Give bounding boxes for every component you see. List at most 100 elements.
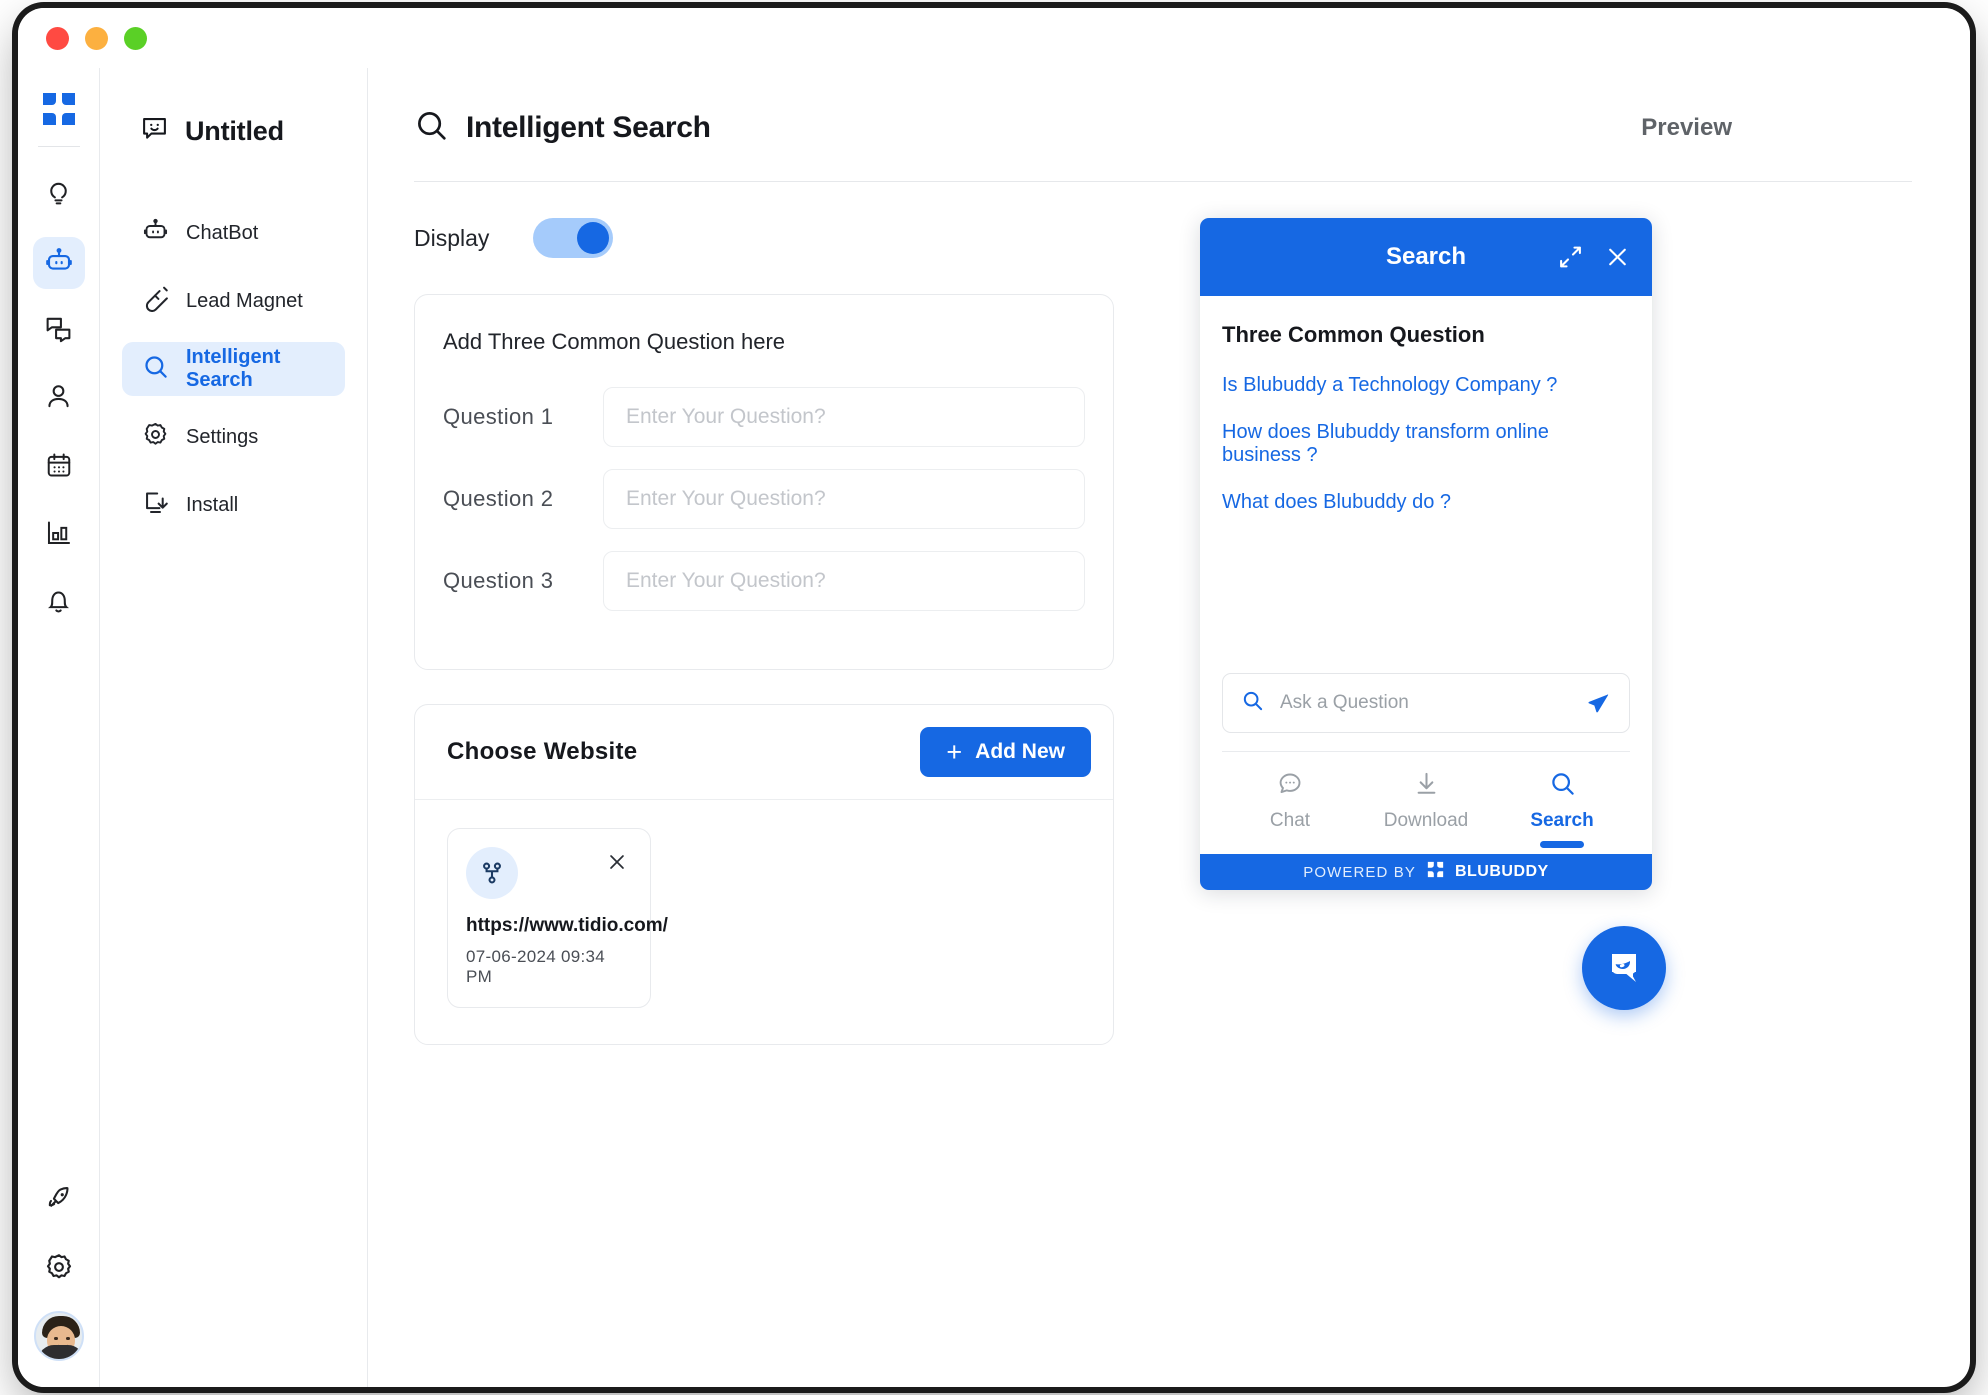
subnav-item-label: Install bbox=[186, 493, 239, 516]
smiley-chat-icon bbox=[140, 114, 169, 148]
app-body: Untitled ChatBot Lead Magnet Intelligent… bbox=[18, 68, 1970, 1387]
widget-search-wrap: Ask a Question bbox=[1200, 673, 1652, 733]
chat-dots-icon bbox=[1277, 770, 1304, 802]
subnav-item-label: Lead Magnet bbox=[186, 289, 303, 312]
sidebar-item-calendar[interactable] bbox=[33, 441, 85, 493]
blubuddy-logo-icon bbox=[1427, 861, 1444, 883]
question-row-3: Question 3 Enter Your Question? bbox=[415, 551, 1085, 611]
sidebar-item-insights[interactable] bbox=[33, 169, 85, 221]
subnav-item-label: ChatBot bbox=[186, 221, 259, 244]
page-header: Intelligent Search Preview bbox=[414, 108, 1912, 181]
question-label: Question 2 bbox=[443, 486, 554, 511]
chat-leaf-bubble-icon bbox=[1602, 944, 1646, 993]
robot-icon bbox=[142, 217, 169, 249]
sidebar-item-conversations[interactable] bbox=[33, 305, 85, 357]
plus-icon: + bbox=[946, 736, 963, 767]
sidebar-item-notifications[interactable] bbox=[33, 577, 85, 629]
user-icon bbox=[44, 382, 73, 416]
widget-tab-label: Search bbox=[1530, 810, 1594, 831]
bell-icon bbox=[44, 586, 73, 620]
display-toggle[interactable] bbox=[533, 218, 614, 258]
blubuddy-logo-icon[interactable] bbox=[40, 90, 78, 128]
widget-tab-chat[interactable]: Chat bbox=[1222, 770, 1358, 848]
rocket-icon bbox=[44, 1184, 73, 1218]
site-url: https://www.tidio.com/ bbox=[466, 915, 668, 936]
add-new-label: Add New bbox=[975, 740, 1065, 763]
gear-icon bbox=[44, 1252, 74, 1287]
sitemap-icon bbox=[466, 847, 518, 899]
question-input-3[interactable]: Enter Your Question? bbox=[603, 551, 1085, 611]
subnav-item-chatbot[interactable]: ChatBot bbox=[122, 206, 345, 260]
close-window-button[interactable] bbox=[46, 26, 69, 50]
gear-icon bbox=[142, 421, 169, 453]
send-icon[interactable] bbox=[1586, 691, 1611, 716]
toggle-knob bbox=[577, 222, 610, 254]
download-icon bbox=[1413, 770, 1440, 802]
search-icon bbox=[1241, 689, 1264, 717]
window-titlebar bbox=[18, 8, 1970, 68]
subnav-item-intelligent-search[interactable]: Intelligent Search bbox=[122, 342, 345, 396]
chat-launcher-button[interactable] bbox=[1582, 926, 1666, 1010]
magnet-icon bbox=[142, 285, 169, 317]
question-input-1[interactable]: Enter Your Question? bbox=[603, 387, 1085, 447]
widget-tab-download[interactable]: Download bbox=[1358, 770, 1494, 848]
brand-label: BLUBUDDY bbox=[1454, 863, 1549, 880]
website-card: Choose Website + Add New https://www.tid… bbox=[414, 704, 1114, 1045]
subnav-item-settings[interactable]: Settings bbox=[122, 410, 345, 464]
powered-by-label: POWERED BY bbox=[1303, 863, 1416, 881]
expand-icon[interactable] bbox=[1558, 245, 1583, 270]
questions-card: Add Three Common Question here Question … bbox=[414, 294, 1114, 670]
widget-search-bar[interactable]: Ask a Question bbox=[1222, 673, 1630, 733]
bar-chart-icon bbox=[45, 519, 73, 552]
install-icon bbox=[142, 489, 169, 521]
minimize-window-button[interactable] bbox=[85, 26, 108, 50]
bot-name: Untitled bbox=[185, 115, 284, 146]
widget-question-1[interactable]: Is Blubuddy a Technology Company ? bbox=[1222, 374, 1630, 397]
subnav-item-label: Settings bbox=[186, 425, 259, 448]
sidebar-item-chatbot[interactable] bbox=[32, 237, 85, 289]
search-icon bbox=[142, 353, 169, 385]
question-row-1: Question 1 Enter Your Question? bbox=[415, 387, 1085, 447]
sidebar-item-settings[interactable] bbox=[33, 1243, 85, 1295]
sidebar-item-upgrade[interactable] bbox=[33, 1175, 85, 1227]
calendar-icon bbox=[45, 451, 73, 484]
add-new-button[interactable]: + Add New bbox=[920, 727, 1091, 777]
remove-site-button[interactable] bbox=[602, 847, 632, 882]
subnav-item-label: Intelligent Search bbox=[186, 346, 281, 391]
question-input-2[interactable]: Enter Your Question? bbox=[603, 469, 1085, 529]
website-heading: Choose Website bbox=[447, 738, 638, 765]
sidebar-item-contacts[interactable] bbox=[33, 373, 85, 425]
widget-header: Search bbox=[1200, 218, 1652, 296]
bot-title: Untitled bbox=[100, 114, 367, 148]
primary-icon-rail bbox=[18, 68, 100, 1387]
rail-divider bbox=[37, 146, 80, 147]
widget-tabs: Chat Download Search bbox=[1222, 751, 1630, 854]
screenshot-root: Untitled ChatBot Lead Magnet Intelligent… bbox=[0, 0, 1988, 1395]
main-content: Intelligent Search Preview Display Add T… bbox=[368, 68, 1970, 1387]
widget-search-input[interactable]: Ask a Question bbox=[1280, 692, 1570, 714]
widget-tab-search[interactable]: Search bbox=[1494, 770, 1630, 848]
robot-icon bbox=[44, 246, 74, 281]
site-card[interactable]: https://www.tidio.com/ 07-06-2024 09:34 … bbox=[447, 828, 668, 1008]
preview-column: Search Three Common Question Is Blubuddy… bbox=[1170, 218, 1912, 1045]
widget-subheading: Three Common Question bbox=[1222, 322, 1485, 347]
widget-question-3[interactable]: What does Blubuddy do ? bbox=[1222, 491, 1630, 514]
search-icon bbox=[1549, 770, 1576, 802]
maximize-window-button[interactable] bbox=[124, 26, 147, 50]
widget-tab-label: Chat bbox=[1269, 810, 1311, 831]
content-row: Display Add Three Common Question here Q… bbox=[414, 182, 1912, 1045]
widget-footer: POWERED BY BLUBUDDY bbox=[1200, 854, 1652, 890]
close-icon[interactable] bbox=[1605, 245, 1630, 270]
sidebar-item-analytics[interactable] bbox=[33, 509, 85, 561]
widget-title: Search bbox=[1385, 243, 1467, 270]
bot-subnav: Untitled ChatBot Lead Magnet Intelligent… bbox=[100, 68, 368, 1387]
question-label: Question 1 bbox=[443, 404, 554, 429]
widget-tab-label: Download bbox=[1383, 810, 1469, 831]
subnav-item-lead-magnet[interactable]: Lead Magnet bbox=[122, 274, 345, 328]
question-row-2: Question 2 Enter Your Question? bbox=[415, 469, 1085, 529]
user-avatar[interactable] bbox=[33, 1311, 84, 1361]
question-label: Question 3 bbox=[443, 568, 554, 593]
widget-question-2[interactable]: How does Blubuddy transform online busin… bbox=[1222, 421, 1630, 467]
display-toggle-row: Display bbox=[414, 218, 1114, 258]
subnav-item-install[interactable]: Install bbox=[122, 478, 345, 532]
